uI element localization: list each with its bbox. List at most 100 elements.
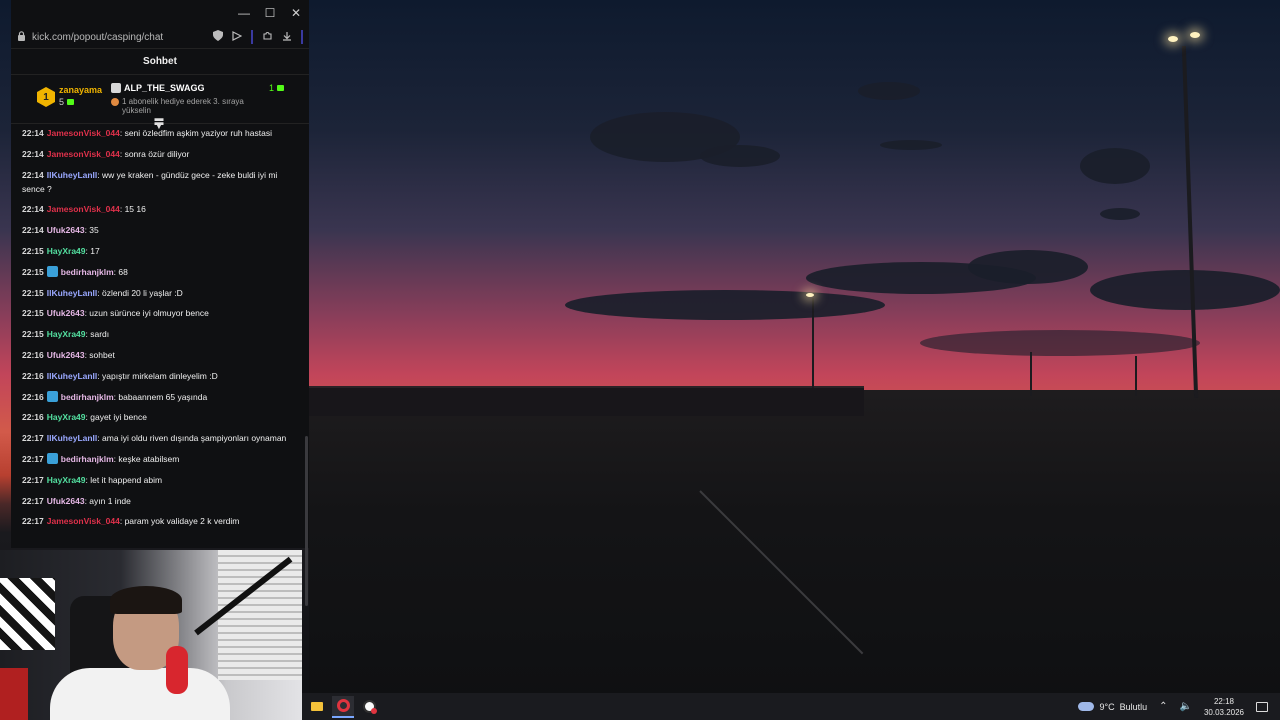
wallpaper-cloud bbox=[858, 82, 920, 100]
gift-icon bbox=[111, 83, 121, 93]
subscriber-badge-icon bbox=[46, 452, 58, 464]
message-text: : sonra özür diliyor bbox=[119, 148, 190, 159]
message-username[interactable]: bedirhanjklm bbox=[61, 392, 114, 402]
message-username[interactable]: HayXra49 bbox=[47, 412, 86, 422]
message-text: : yapıştır mirkelam dinleyelim :D bbox=[97, 370, 218, 381]
chat-message[interactable]: 22:17 HayXra49: let it happend abim bbox=[22, 473, 293, 487]
gift-sub-icon bbox=[277, 85, 285, 91]
chat-message[interactable]: 22:15 Ufuk2643: uzun sürünce iyi olmuyor … bbox=[22, 306, 293, 320]
message-username[interactable]: bedirhanjklm bbox=[61, 454, 114, 464]
message-timestamp: 22:15 bbox=[22, 308, 44, 319]
webcam-wall-art bbox=[0, 578, 55, 650]
volume-icon[interactable]: 🔈 bbox=[1180, 701, 1192, 712]
message-username[interactable]: IlKuheyLanIl bbox=[47, 433, 98, 443]
message-username[interactable]: IlKuheyLanIl bbox=[47, 170, 98, 180]
streetlight-pole bbox=[812, 298, 814, 388]
chat-message[interactable]: 22:15 bedirhanjklm: 68 bbox=[22, 265, 293, 279]
window-titlebar: — ☐ ✕ bbox=[11, 0, 309, 26]
chat-message[interactable]: 22:14 JamesonVisk_044: sonra özür diliyor bbox=[22, 147, 293, 161]
chat-message[interactable]: 22:14 IlKuheyLanIl: ww ye kraken - gündüz… bbox=[22, 168, 293, 196]
message-username[interactable]: Ufuk2643 bbox=[47, 350, 85, 360]
message-username[interactable]: IlKuheyLanIl bbox=[47, 371, 98, 381]
gift-sub-icon bbox=[67, 99, 75, 105]
weather-temp: 9°C bbox=[1099, 701, 1115, 712]
chat-message[interactable]: 22:16 IlKuheyLanIl: yapıştır mirkelam din… bbox=[22, 369, 293, 383]
chat-message[interactable]: 22:14 JamesonVisk_044: seni özledfim aşki… bbox=[22, 126, 293, 140]
message-text: : 68 bbox=[113, 266, 128, 277]
chat-message[interactable]: 22:17 IlKuheyLanIl: ama iyi oldu riven dı… bbox=[22, 431, 293, 445]
message-username[interactable]: Ufuk2643 bbox=[47, 308, 85, 318]
webcam-person-shirt bbox=[50, 668, 230, 720]
weather-widget[interactable]: 9°C Bulutlu bbox=[1078, 702, 1147, 712]
taskbar-obs[interactable] bbox=[358, 696, 380, 718]
chat-message[interactable]: 22:15 HayXra49: sardı bbox=[22, 327, 293, 341]
gifter-row[interactable]: ALP_THE_SWAGG bbox=[111, 83, 205, 93]
extensions-icon[interactable] bbox=[262, 30, 273, 44]
send-icon[interactable] bbox=[232, 30, 243, 44]
message-username[interactable]: IlKuheyLanIl bbox=[47, 288, 98, 298]
message-username[interactable]: HayXra49 bbox=[47, 475, 86, 485]
address-bar[interactable]: kick.com/popout/casping/chat bbox=[11, 26, 309, 48]
message-timestamp: 22:15 bbox=[22, 329, 44, 340]
subscriber-badge-icon bbox=[46, 265, 58, 277]
message-username[interactable]: HayXra49 bbox=[47, 246, 86, 256]
message-timestamp: 22:17 bbox=[22, 495, 44, 506]
message-username[interactable]: Ufuk2643 bbox=[47, 496, 85, 506]
message-timestamp: 22:14 bbox=[22, 128, 44, 138]
chat-message[interactable]: 22:15 IlKuheyLanIl: özlendi 20 li yaşlar … bbox=[22, 286, 293, 300]
chat-message[interactable]: 22:17 Ufuk2643: ayın 1 inde bbox=[22, 494, 293, 508]
gift-description: 1 abonelik hediye ederek 3. sıraya yükse… bbox=[111, 97, 261, 115]
top-gifter-name[interactable]: zanayama bbox=[59, 85, 102, 95]
chat-message[interactable]: 22:14 JamesonVisk_044: 15 16 bbox=[22, 202, 293, 216]
minimize-button[interactable]: — bbox=[237, 6, 251, 20]
chat-popout-window: — ☐ ✕ kick.com/popout/casping/chat Sohbe… bbox=[11, 0, 309, 606]
rank-up-icon bbox=[111, 98, 119, 106]
maximize-button[interactable]: ☐ bbox=[263, 6, 277, 20]
system-tray: 9°C Bulutlu ⌃ 🔈 22:18 30.03.2026 bbox=[1078, 693, 1280, 720]
weather-desc: Bulutlu bbox=[1119, 701, 1148, 712]
chat-message[interactable]: 22:17 JamesonVisk_044: param yok validaye… bbox=[22, 514, 293, 528]
chevron-up-icon[interactable]: ⌃ bbox=[1159, 701, 1167, 712]
streetlight-lamp bbox=[806, 293, 814, 297]
webcam-microphone bbox=[166, 646, 188, 694]
address-bar-divider bbox=[251, 30, 253, 44]
notification-icon[interactable] bbox=[1256, 701, 1268, 712]
chat-message[interactable]: 22:16 Ufuk2643: sohbet bbox=[22, 348, 293, 362]
chat-message[interactable]: 22:16 bedirhanjklm: babaannem 65 yaşında bbox=[22, 390, 293, 404]
close-button[interactable]: ✕ bbox=[289, 6, 303, 20]
folder-icon bbox=[311, 702, 323, 711]
chat-message-list[interactable]: 22:14 JamesonVisk_044: seni özledfim aşki… bbox=[11, 126, 303, 548]
chat-scrollbar[interactable] bbox=[305, 436, 308, 606]
message-username[interactable]: JamesonVisk_044 bbox=[47, 204, 120, 214]
chat-message[interactable]: 22:16 HayXra49: gayet iyi bence bbox=[22, 410, 293, 424]
download-icon[interactable] bbox=[282, 31, 292, 44]
message-timestamp: 22:15 bbox=[22, 287, 44, 298]
message-timestamp: 22:16 bbox=[22, 349, 44, 360]
chat-message[interactable]: 22:17 bedirhanjklm: keşke atabilsem bbox=[22, 452, 293, 466]
message-username[interactable]: JamesonVisk_044 bbox=[47, 128, 120, 138]
message-text: : babaannem 65 yaşında bbox=[113, 391, 208, 402]
chat-message[interactable]: 22:15 HayXra49: 17 bbox=[22, 244, 293, 258]
message-username[interactable]: JamesonVisk_044 bbox=[47, 149, 120, 159]
shield-icon[interactable] bbox=[213, 30, 223, 44]
taskbar-opera-browser[interactable] bbox=[332, 695, 354, 718]
leaderboard-banner[interactable]: 1 zanayama 5 ALP_THE_SWAGG 1 1 abonelik … bbox=[11, 74, 309, 131]
url-text[interactable]: kick.com/popout/casping/chat bbox=[32, 32, 207, 43]
message-timestamp: 22:16 bbox=[22, 412, 44, 423]
chat-message[interactable]: 22:14 Ufuk2643: 35 bbox=[22, 223, 293, 237]
message-text: : 17 bbox=[85, 245, 100, 256]
message-timestamp: 22:15 bbox=[22, 245, 44, 256]
taskbar-clock[interactable]: 22:18 30.03.2026 bbox=[1204, 696, 1244, 718]
message-username[interactable]: JamesonVisk_044 bbox=[47, 516, 120, 526]
message-timestamp: 22:14 bbox=[22, 169, 44, 180]
message-username[interactable]: HayXra49 bbox=[47, 329, 86, 339]
message-username[interactable]: Ufuk2643 bbox=[47, 225, 85, 235]
message-timestamp: 22:17 bbox=[22, 433, 44, 444]
address-bar-divider bbox=[301, 30, 303, 44]
streetlight-lamp bbox=[1190, 32, 1200, 38]
message-timestamp: 22:17 bbox=[22, 453, 44, 464]
message-username[interactable]: bedirhanjklm bbox=[61, 267, 114, 277]
clock-date: 30.03.2026 bbox=[1203, 707, 1244, 717]
taskbar-file-explorer[interactable] bbox=[306, 696, 328, 718]
message-timestamp: 22:14 bbox=[22, 204, 44, 215]
